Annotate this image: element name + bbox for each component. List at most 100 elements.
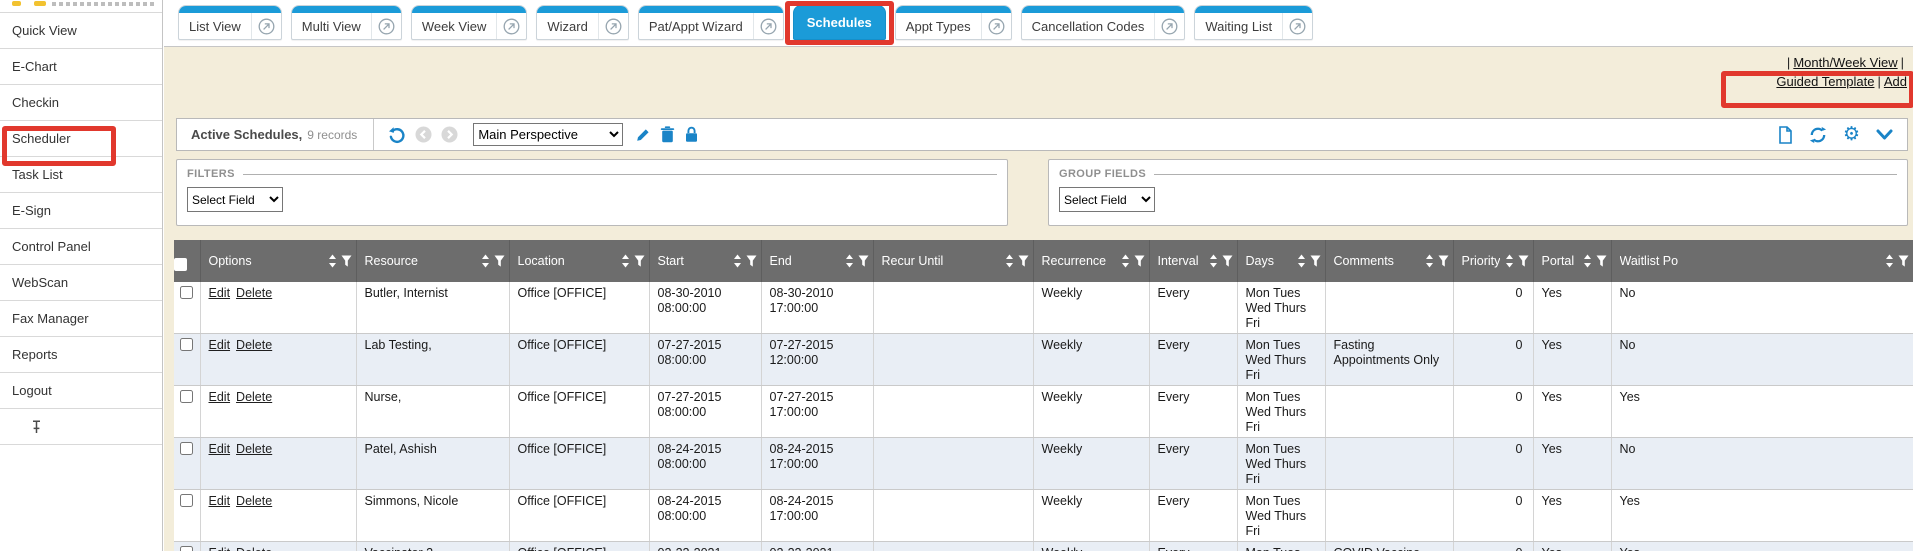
sidebar-item-quick-view[interactable]: Quick View bbox=[0, 13, 162, 49]
filter-funnel-icon[interactable] bbox=[1134, 255, 1145, 267]
sidebar-pin[interactable] bbox=[0, 409, 162, 445]
lock-icon[interactable] bbox=[684, 126, 699, 143]
column-header-start[interactable]: Start bbox=[649, 240, 761, 282]
column-header-recur-until[interactable]: Recur Until bbox=[873, 240, 1033, 282]
filter-funnel-icon[interactable] bbox=[1898, 255, 1909, 267]
column-header-recurrence[interactable]: Recurrence bbox=[1033, 240, 1149, 282]
popout-icon[interactable] bbox=[753, 13, 783, 39]
filter-funnel-icon[interactable] bbox=[1222, 255, 1233, 267]
column-header-resource[interactable]: Resource bbox=[356, 240, 509, 282]
sort-icon[interactable] bbox=[328, 254, 337, 268]
undo-icon[interactable] bbox=[388, 126, 406, 144]
tab-week-view[interactable]: Week View bbox=[411, 5, 528, 40]
column-header-end[interactable]: End bbox=[761, 240, 873, 282]
filter-funnel-icon[interactable] bbox=[1310, 255, 1321, 267]
column-header-comments[interactable]: Comments bbox=[1325, 240, 1453, 282]
sidebar-item-webscan[interactable]: WebScan bbox=[0, 265, 162, 301]
filter-funnel-icon[interactable] bbox=[634, 255, 645, 267]
sidebar-item-e-chart[interactable]: E-Chart bbox=[0, 49, 162, 85]
tab-cancellation-codes[interactable]: Cancellation Codes bbox=[1021, 5, 1186, 40]
sort-icon[interactable] bbox=[1209, 254, 1218, 268]
sort-icon[interactable] bbox=[1885, 254, 1894, 268]
delete-link[interactable]: Delete bbox=[236, 546, 272, 551]
edit-link[interactable]: Edit bbox=[209, 286, 231, 300]
row-checkbox[interactable] bbox=[180, 442, 193, 455]
sort-icon[interactable] bbox=[1505, 254, 1514, 268]
sort-icon[interactable] bbox=[1583, 254, 1592, 268]
column-header-options[interactable]: Options bbox=[200, 240, 356, 282]
popout-icon[interactable] bbox=[598, 13, 628, 39]
popout-icon[interactable] bbox=[981, 13, 1011, 39]
edit-link[interactable]: Edit bbox=[209, 442, 231, 456]
column-header-portal[interactable]: Portal bbox=[1533, 240, 1611, 282]
previous-icon[interactable] bbox=[415, 126, 432, 143]
popout-icon[interactable] bbox=[251, 13, 281, 39]
new-record-icon[interactable] bbox=[1777, 126, 1793, 144]
tab-appt-types[interactable]: Appt Types bbox=[895, 5, 1012, 40]
delete-link[interactable]: Delete bbox=[236, 286, 272, 300]
sort-icon[interactable] bbox=[1121, 254, 1130, 268]
sort-icon[interactable] bbox=[1425, 254, 1434, 268]
tab-schedules[interactable]: Schedules bbox=[793, 5, 886, 40]
delete-link[interactable]: Delete bbox=[236, 494, 272, 508]
row-checkbox[interactable] bbox=[180, 390, 193, 403]
row-checkbox[interactable] bbox=[180, 338, 193, 351]
sort-icon[interactable] bbox=[1005, 254, 1014, 268]
delete-link[interactable]: Delete bbox=[236, 442, 272, 456]
month-week-view-link[interactable]: Month/Week View bbox=[1793, 55, 1897, 70]
sort-icon[interactable] bbox=[1297, 254, 1306, 268]
delete-link[interactable]: Delete bbox=[236, 390, 272, 404]
sidebar-item-logout[interactable]: Logout bbox=[0, 373, 162, 409]
perspective-select[interactable]: Main Perspective bbox=[473, 123, 623, 146]
delete-trash-icon[interactable] bbox=[660, 126, 675, 143]
tab-list-view[interactable]: List View bbox=[178, 5, 282, 40]
sidebar-item-reports[interactable]: Reports bbox=[0, 337, 162, 373]
filter-funnel-icon[interactable] bbox=[1018, 255, 1029, 267]
add-link[interactable]: Add bbox=[1884, 74, 1907, 89]
sidebar-item-scheduler[interactable]: Scheduler bbox=[0, 121, 162, 157]
sort-icon[interactable] bbox=[481, 254, 490, 268]
tab-multi-view[interactable]: Multi View bbox=[291, 5, 402, 40]
popout-icon[interactable] bbox=[371, 13, 401, 39]
popout-icon[interactable] bbox=[1282, 13, 1312, 39]
filter-funnel-icon[interactable] bbox=[1518, 255, 1529, 267]
sidebar-item-task-list[interactable]: Task List bbox=[0, 157, 162, 193]
edit-link[interactable]: Edit bbox=[209, 494, 231, 508]
tab-wizard[interactable]: Wizard bbox=[536, 5, 628, 40]
filter-funnel-icon[interactable] bbox=[1596, 255, 1607, 267]
sidebar-item-e-sign[interactable]: E-Sign bbox=[0, 193, 162, 229]
tab-waiting-list[interactable]: Waiting List bbox=[1194, 5, 1313, 40]
chevron-down-icon[interactable] bbox=[1876, 129, 1893, 141]
filter-funnel-icon[interactable] bbox=[746, 255, 757, 267]
next-icon[interactable] bbox=[441, 126, 458, 143]
sidebar-item-checkin[interactable]: Checkin bbox=[0, 85, 162, 121]
filter-funnel-icon[interactable] bbox=[858, 255, 869, 267]
edit-pencil-icon[interactable] bbox=[635, 127, 651, 143]
select-all-checkbox[interactable] bbox=[174, 258, 187, 271]
sort-icon[interactable] bbox=[733, 254, 742, 268]
filter-funnel-icon[interactable] bbox=[1438, 255, 1449, 267]
refresh-icon[interactable] bbox=[1809, 126, 1827, 144]
column-header-interval[interactable]: Interval bbox=[1149, 240, 1237, 282]
row-checkbox[interactable] bbox=[180, 286, 193, 299]
delete-link[interactable]: Delete bbox=[236, 338, 272, 352]
tab-pat-appt-wizard[interactable]: Pat/Appt Wizard bbox=[638, 5, 784, 40]
filters-field-select[interactable]: Select Field bbox=[187, 187, 283, 212]
group-field-select[interactable]: Select Field bbox=[1059, 187, 1155, 212]
row-checkbox[interactable] bbox=[180, 546, 193, 551]
column-header-waitlist-po[interactable]: Waitlist Po bbox=[1611, 240, 1913, 282]
filter-funnel-icon[interactable] bbox=[494, 255, 505, 267]
sidebar-item-fax-manager[interactable]: Fax Manager bbox=[0, 301, 162, 337]
row-checkbox[interactable] bbox=[180, 494, 193, 507]
column-header-days[interactable]: Days bbox=[1237, 240, 1325, 282]
popout-icon[interactable] bbox=[1154, 13, 1184, 39]
edit-link[interactable]: Edit bbox=[209, 390, 231, 404]
column-header-location[interactable]: Location bbox=[509, 240, 649, 282]
sidebar-item-control-panel[interactable]: Control Panel bbox=[0, 229, 162, 265]
sort-icon[interactable] bbox=[845, 254, 854, 268]
edit-link[interactable]: Edit bbox=[209, 338, 231, 352]
filter-funnel-icon[interactable] bbox=[341, 255, 352, 267]
column-header-priority[interactable]: Priority bbox=[1453, 240, 1533, 282]
popout-icon[interactable] bbox=[496, 13, 526, 39]
guided-template-link[interactable]: Guided Template bbox=[1776, 74, 1874, 89]
